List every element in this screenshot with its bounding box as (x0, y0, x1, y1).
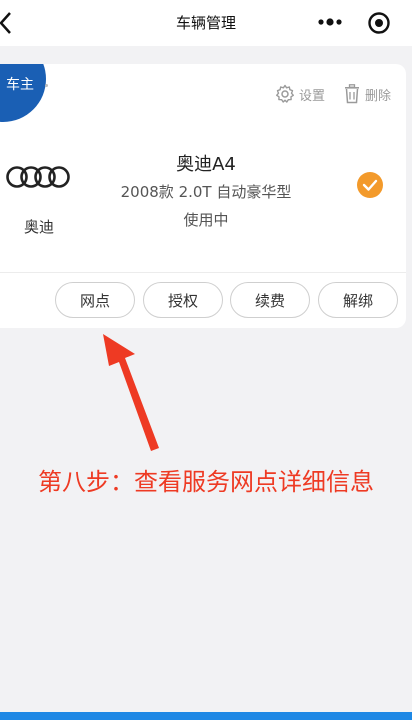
unbind-button[interactable]: 解绑 (318, 282, 398, 318)
pointer-arrow-icon (103, 334, 159, 451)
top-nav-bar: 车辆管理 (0, 0, 412, 46)
delete-label: 删除 (365, 88, 392, 104)
selected-check-badge[interactable] (357, 172, 383, 198)
owner-badge-label: 车主 (6, 77, 34, 93)
delete-button[interactable]: 删除 (343, 84, 391, 104)
service-outlet-button[interactable]: 网点 (55, 282, 135, 318)
settings-label: 设置 (299, 88, 326, 104)
trash-icon (345, 84, 359, 104)
tutorial-step-caption: 第八步：查看服务网点详细信息 (38, 468, 374, 496)
close-miniapp-button[interactable] (367, 11, 391, 35)
checkmark-icon (362, 179, 378, 191)
more-dots-icon (318, 18, 342, 26)
gear-icon (276, 84, 294, 103)
authorize-button[interactable]: 授权 (143, 282, 223, 318)
bottom-action-bar[interactable] (0, 712, 412, 720)
car-spec: 2008款 2.0T 自动豪华型 (120, 183, 292, 201)
badge-dot (45, 84, 48, 87)
card-divider (0, 272, 406, 273)
settings-button[interactable]: 设置 (275, 84, 325, 104)
car-status: 使用中 (183, 211, 229, 229)
car-model: 奥迪A4 (176, 154, 236, 175)
page-title: 车辆管理 (175, 14, 236, 32)
renew-button[interactable]: 续费 (230, 282, 310, 318)
vehicle-card[interactable]: 车主 设置 删除 奥迪 奥迪A4 2008款 2.0T 自动豪华型 使用中 网点… (0, 64, 406, 328)
more-button[interactable] (318, 14, 342, 30)
target-circle-icon (368, 12, 390, 34)
